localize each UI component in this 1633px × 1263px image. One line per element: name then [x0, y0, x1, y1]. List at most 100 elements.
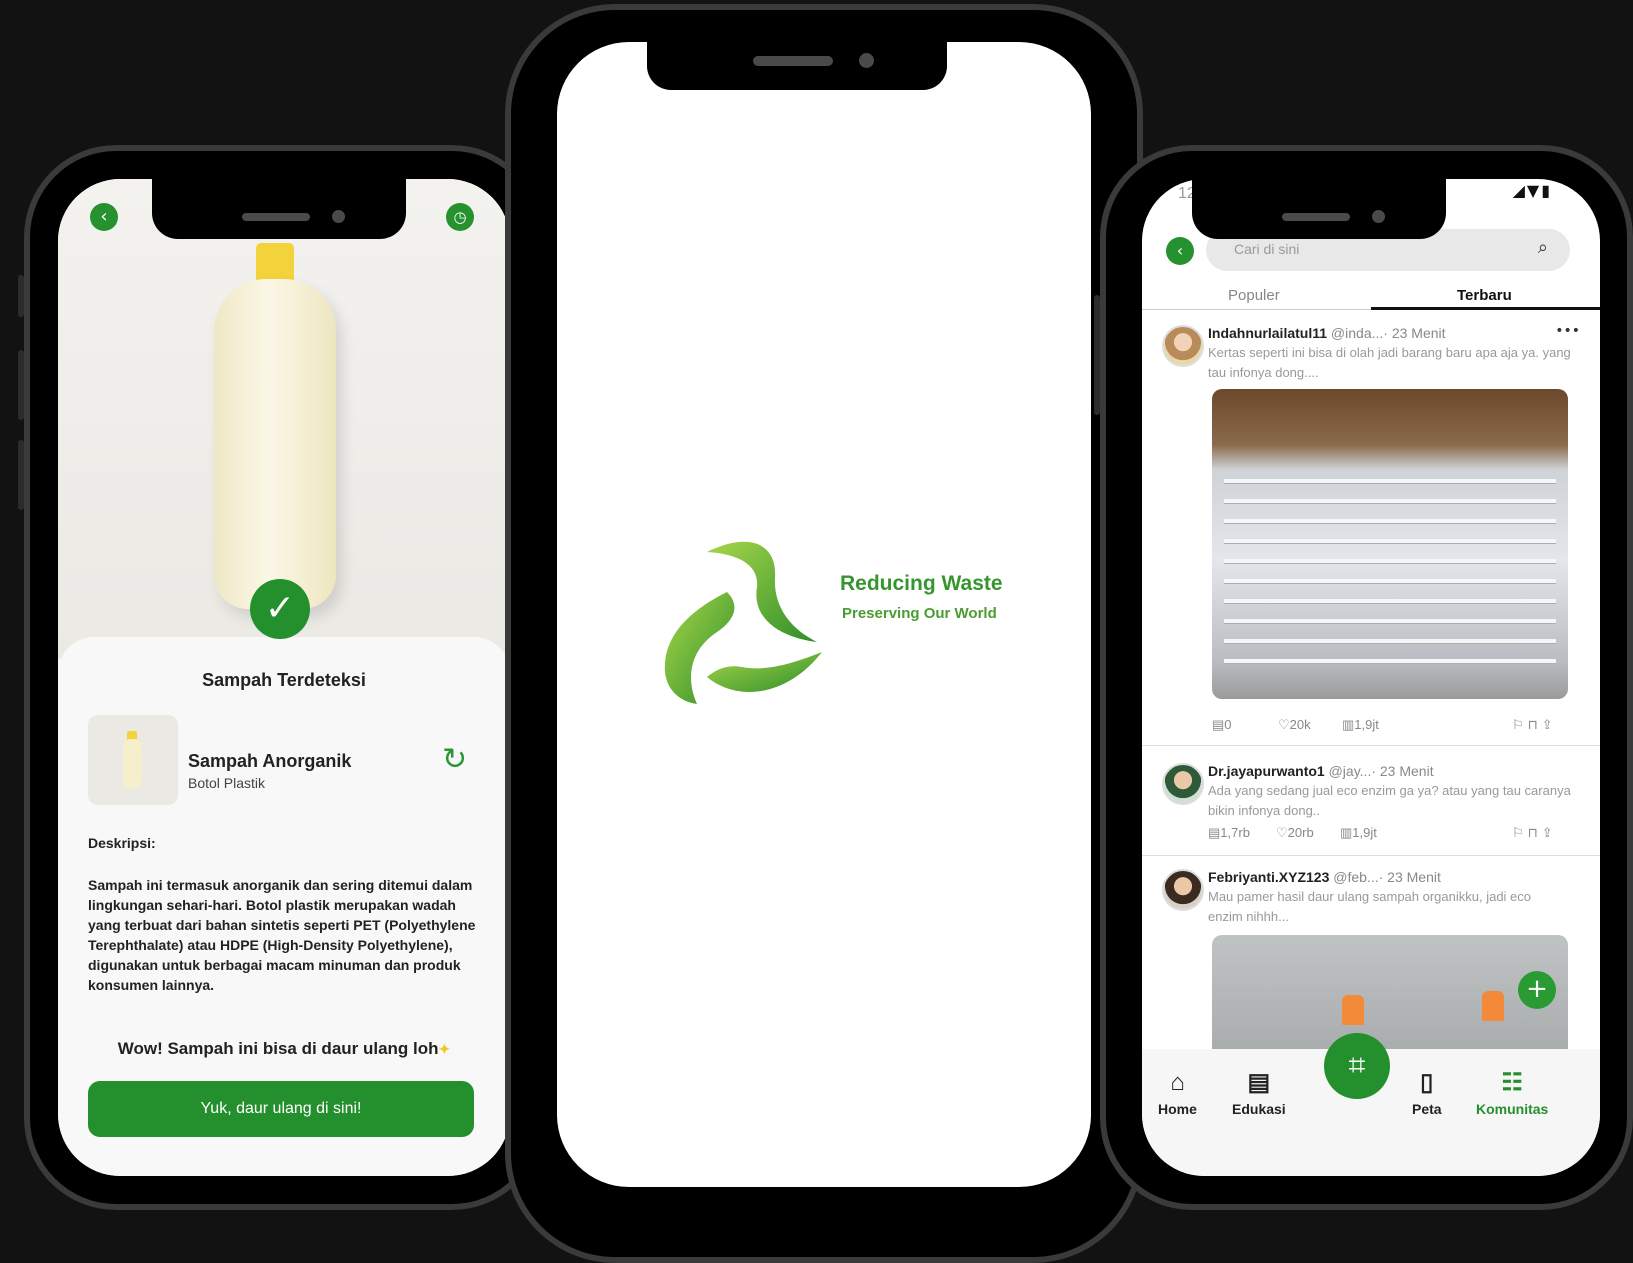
more-icon[interactable]: •••: [1555, 323, 1580, 339]
volume-down-button: [18, 440, 24, 510]
item-title: Sampah Anorganik: [188, 751, 352, 771]
view-stat: ▥1,9jt: [1340, 825, 1377, 841]
notch: [647, 42, 947, 90]
refresh-icon[interactable]: ↻: [442, 745, 467, 775]
bottom-navigation: ⌂ Home ▤ Edukasi ⌗ ▯ Peta ☷ Komunitas: [1142, 1033, 1600, 1176]
nav-komunitas-label: Komunitas: [1476, 1101, 1549, 1117]
sparkle-icon: ✦: [438, 1041, 451, 1057]
notch: [152, 179, 406, 239]
nav-home-label: Home: [1158, 1101, 1197, 1117]
post-text: Kertas seperti ini bisa di olah jadi bar…: [1208, 345, 1571, 380]
like-count: 20rb: [1287, 825, 1314, 840]
recycle-message-text: Wow! Sampah ini bisa di daur ulang loh: [117, 1039, 439, 1058]
community-icon: ☷: [1501, 1069, 1523, 1096]
sheet-title: Sampah Terdeteksi: [202, 670, 366, 690]
view-count: 1,9jt: [1352, 825, 1377, 840]
heart-icon: ♡: [1278, 717, 1290, 732]
description-label: Deskripsi:: [88, 835, 156, 851]
post-handle: @inda...: [1330, 325, 1384, 341]
post-author-name: Febriyanti.XYZ123: [1208, 869, 1330, 885]
view-count: 1,9jt: [1354, 717, 1379, 732]
post-author-name: Indahnurlailatul11: [1208, 325, 1328, 341]
avatar[interactable]: [1162, 869, 1204, 911]
flag-bookmark-share-icon[interactable]: ⚐⊓⇪: [1512, 717, 1557, 733]
brand-title: Reducing Waste: [840, 572, 1003, 595]
brand-subtitle: Preserving Our World: [842, 605, 997, 622]
avatar[interactable]: [1162, 325, 1204, 367]
post-image-paper[interactable]: [1212, 389, 1568, 699]
check-icon: ✓: [250, 579, 310, 639]
post-divider: [1142, 745, 1600, 746]
bottle-cap: [256, 243, 294, 283]
map-icon: ▯: [1420, 1069, 1434, 1096]
nav-komunitas[interactable]: ☷ Komunitas: [1476, 1069, 1548, 1117]
post-handle: @jay...: [1328, 763, 1372, 779]
nav-edukasi[interactable]: ▤ Edukasi: [1232, 1069, 1286, 1117]
like-stat[interactable]: ♡20rb: [1276, 825, 1314, 841]
result-sheet: Sampah Terdeteksi Sampah Anorganik Botol…: [58, 637, 510, 1176]
comment-count: 1,7rb: [1220, 825, 1250, 840]
add-post-button[interactable]: +: [1518, 971, 1556, 1009]
comment-icon: ▤: [1212, 717, 1225, 732]
comment-stat[interactable]: ▤1,7rb: [1208, 825, 1250, 841]
book-icon: ▤: [1247, 1069, 1271, 1096]
notch: [1192, 179, 1446, 239]
search-placeholder: Cari di sini: [1234, 241, 1300, 257]
chevron-left-icon[interactable]: ‹: [90, 203, 118, 231]
post-time: · 23 Menit: [1378, 869, 1441, 885]
comment-icon: ▤: [1208, 825, 1221, 840]
description-text: Sampah ini termasuk anorganik dan sering…: [88, 877, 476, 993]
chart-icon: ▥: [1342, 717, 1355, 732]
phone-scan-result: ‹ ◷ ✓ Sampah Terdeteksi Sampah Anorganik…: [18, 145, 544, 1210]
nav-home[interactable]: ⌂ Home: [1158, 1069, 1197, 1117]
chart-icon: ▥: [1340, 825, 1353, 840]
scan-qr-button[interactable]: ⌗: [1324, 1033, 1390, 1099]
nav-peta-label: Peta: [1412, 1101, 1442, 1117]
flag-bookmark-share-icon[interactable]: ⚐⊓⇪: [1512, 825, 1557, 841]
home-icon: ⌂: [1170, 1069, 1185, 1096]
mute-switch: [18, 275, 24, 317]
post-image-bottles[interactable]: [1212, 935, 1568, 1065]
post-author: Dr.jayapurwanto1 @jay...· 23 Menit: [1208, 763, 1434, 779]
tab-populer[interactable]: Populer: [1228, 287, 1280, 304]
recycle-cta-button[interactable]: Yuk, daur ulang di sini!: [88, 1081, 474, 1137]
signal-wifi-battery-icon: ◢▼▮: [1512, 181, 1552, 200]
item-thumbnail: [88, 715, 178, 805]
phone-community: 12:00 ◢▼▮ ‹ Cari di sini ⌕ Populer Terba…: [1094, 145, 1633, 1210]
post-text: Mau pamer hasil daur ulang sampah organi…: [1208, 889, 1532, 924]
side-button: [1094, 295, 1100, 415]
tab-active-indicator: [1371, 307, 1600, 310]
splash-screen: Reducing Waste Preserving Our World: [557, 42, 1091, 1187]
heart-icon: ♡: [1276, 825, 1288, 840]
bottle-cap-orange: [1482, 991, 1504, 1021]
plastic-bottle-image: [214, 279, 336, 609]
post-text: Ada yang sedang jual eco enzim ga ya? at…: [1208, 783, 1571, 818]
post-divider: [1142, 855, 1600, 856]
avatar[interactable]: [1162, 763, 1204, 805]
post-time: · 23 Menit: [1371, 763, 1434, 779]
tab-terbaru[interactable]: Terbaru: [1457, 287, 1512, 304]
post-author: Febriyanti.XYZ123 @feb...· 23 Menit: [1208, 869, 1441, 885]
post-author-name: Dr.jayapurwanto1: [1208, 763, 1325, 779]
volume-up-button: [18, 350, 24, 420]
like-count: 20k: [1289, 717, 1311, 732]
like-stat[interactable]: ♡20k: [1278, 717, 1311, 733]
comment-count: 0: [1224, 717, 1232, 732]
clock-icon[interactable]: ◷: [446, 203, 474, 231]
search-icon[interactable]: ⌕: [1538, 237, 1548, 258]
bottle-cap-orange: [1342, 995, 1364, 1025]
nav-edukasi-label: Edukasi: [1232, 1101, 1286, 1117]
phone-splash: Reducing Waste Preserving Our World: [505, 4, 1143, 1263]
chevron-left-icon[interactable]: ‹: [1166, 237, 1194, 265]
post-author: Indahnurlailatul11 @inda...· 23 Menit: [1208, 325, 1446, 341]
community-screen: 12:00 ◢▼▮ ‹ Cari di sini ⌕ Populer Terba…: [1142, 179, 1600, 1176]
recycle-leaf-logo: [664, 541, 822, 704]
comment-stat[interactable]: ▤0: [1212, 717, 1232, 733]
nav-peta[interactable]: ▯ Peta: [1412, 1069, 1442, 1117]
post-handle: @feb...: [1333, 869, 1379, 885]
scan-result-screen: ‹ ◷ ✓ Sampah Terdeteksi Sampah Anorganik…: [58, 179, 510, 1176]
post-time: · 23 Menit: [1383, 325, 1446, 341]
view-stat: ▥1,9jt: [1342, 717, 1379, 733]
item-subtitle: Botol Plastik: [188, 775, 266, 791]
recycle-message: Wow! Sampah ini bisa di daur ulang loh✦: [58, 1039, 510, 1059]
